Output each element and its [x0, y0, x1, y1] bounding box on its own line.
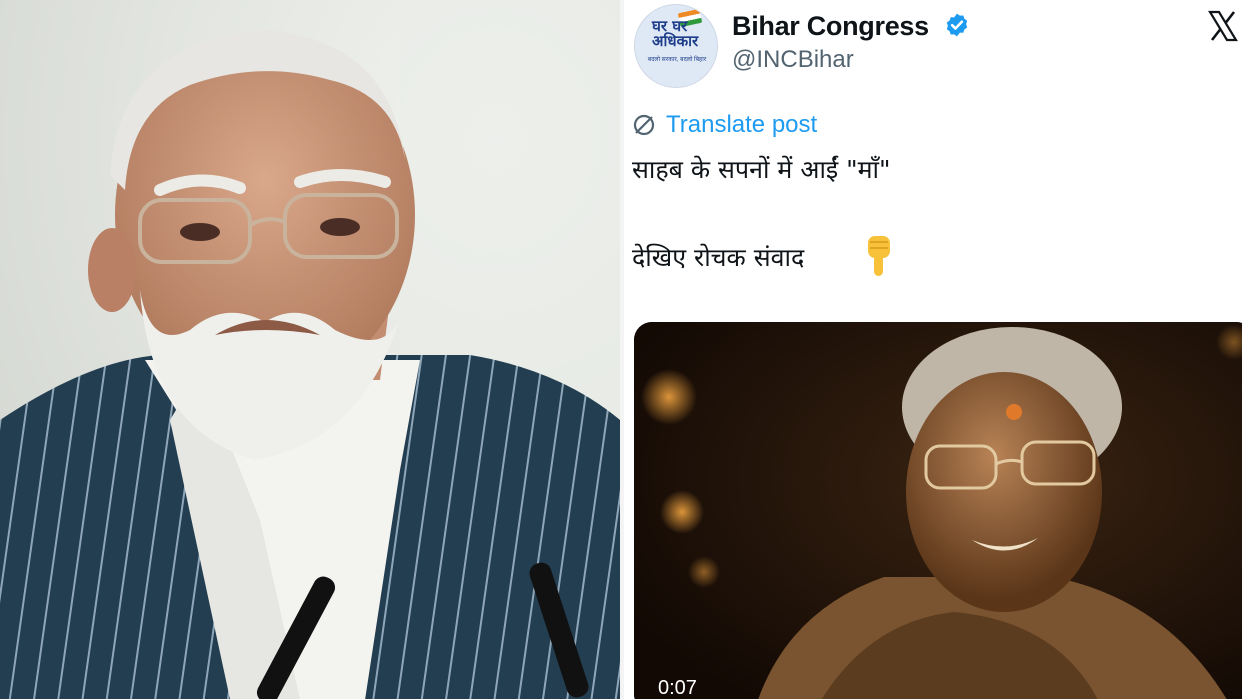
translate-icon: [633, 114, 655, 136]
account-name[interactable]: Bihar Congress: [732, 11, 929, 42]
avatar[interactable]: घर घर अधिकार बदलो सरकार, बदलो बिहार: [634, 4, 718, 88]
avatar-logo-text: घर घर अधिकार: [652, 17, 699, 50]
avatar-logo-subtext: बदलो सरकार, बदलो बिहार: [647, 57, 707, 63]
translate-post-link[interactable]: Translate post: [632, 111, 817, 139]
man-portrait-illustration: [0, 0, 620, 699]
x-logo-icon[interactable]: [1208, 10, 1238, 42]
tweet-text-line2: देखिए रोचक संवाद: [632, 243, 805, 272]
tweet-text-line1: साहब के सपनों में आईं "माँ": [632, 155, 891, 184]
account-handle[interactable]: @INCBihar: [732, 46, 854, 74]
left-photo: [0, 0, 620, 699]
tweet-card: घर घर अधिकार बदलो सरकार, बदलो बिहार Biha…: [624, 0, 1242, 699]
video-player[interactable]: 0:07: [634, 322, 1242, 699]
pointing-down-emoji-icon: [868, 236, 890, 276]
video-timestamp: 0:07: [658, 677, 697, 699]
video-thumbnail: [634, 322, 1242, 699]
translate-label: Translate post: [666, 111, 818, 138]
verified-badge-icon: [946, 13, 968, 37]
